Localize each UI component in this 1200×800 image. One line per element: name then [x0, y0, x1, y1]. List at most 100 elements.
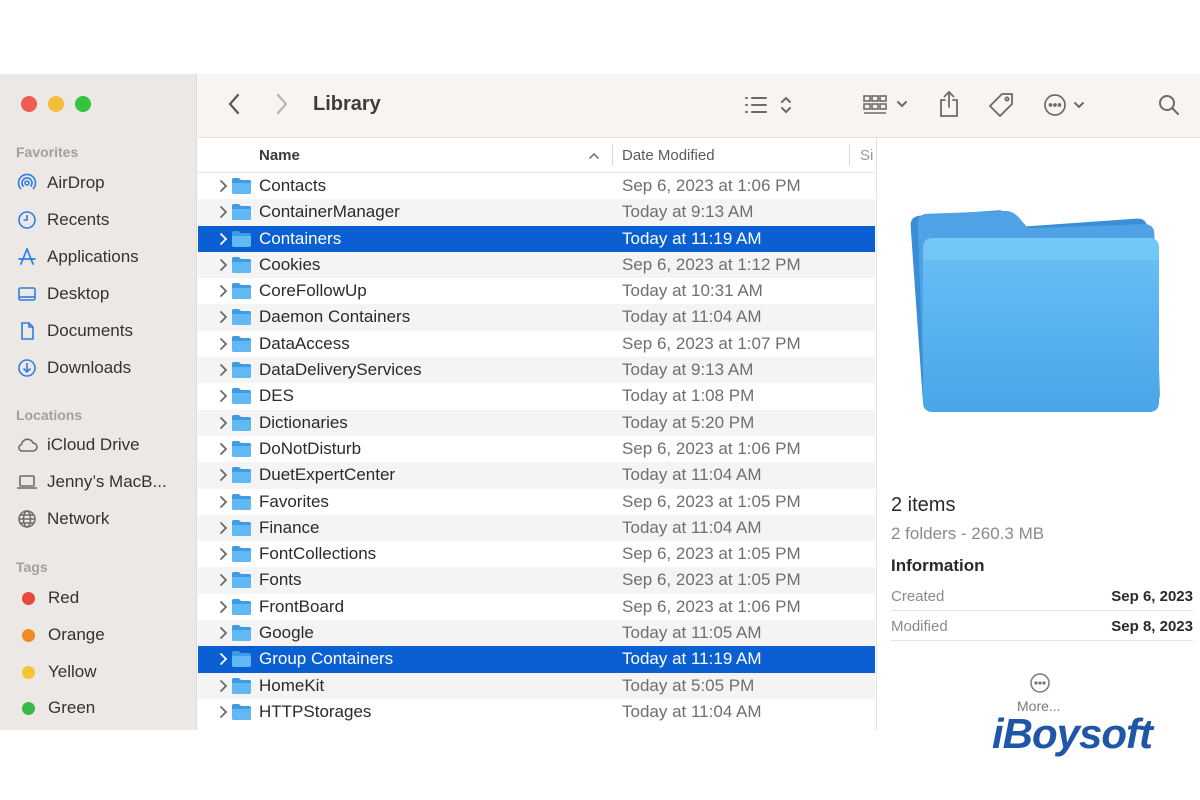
forward-button[interactable]	[270, 92, 294, 116]
share-button[interactable]	[936, 88, 962, 120]
tag-color-dot	[22, 665, 35, 679]
table-row[interactable]: Fonts Sep 6, 2023 at 1:05 PM	[198, 567, 875, 594]
table-row[interactable]: DataDeliveryServices Today at 9:13 AM	[198, 357, 875, 384]
folder-icon	[232, 651, 251, 668]
applications-icon	[16, 246, 38, 268]
group-button[interactable]	[862, 92, 912, 118]
table-row[interactable]: DuetExpertCenter Today at 11:04 AM	[198, 462, 875, 489]
table-row[interactable]: Favorites Sep 6, 2023 at 1:05 PM	[198, 489, 875, 515]
column-header-size[interactable]: Si	[860, 147, 873, 164]
file-name: DataDeliveryServices	[259, 360, 422, 380]
table-row[interactable]: HTTPStorages Today at 11:04 AM	[198, 699, 875, 725]
tag-button[interactable]	[986, 90, 1016, 120]
disclosure-chevron-icon[interactable]	[217, 337, 229, 351]
sidebar-tag-red[interactable]: Red	[16, 584, 191, 612]
disclosure-chevron-icon[interactable]	[217, 363, 229, 377]
file-date-modified: Today at 11:05 AM	[622, 623, 762, 643]
preview-summary: 2 folders - 260.3 MB	[891, 524, 1045, 543]
file-name: HTTPStorages	[259, 701, 372, 721]
file-date-modified: Today at 11:04 AM	[622, 465, 762, 485]
file-name: CoreFollowUp	[259, 281, 367, 301]
table-row[interactable]: Daemon Containers Today at 11:04 AM	[198, 304, 875, 331]
disclosure-chevron-icon[interactable]	[217, 521, 229, 535]
sidebar-item-icloud-drive[interactable]: iCloud Drive	[16, 431, 191, 459]
file-date-modified: Sep 6, 2023 at 1:07 PM	[622, 333, 801, 353]
table-row[interactable]: DataAccess Sep 6, 2023 at 1:07 PM	[198, 331, 875, 357]
table-row[interactable]: FrontBoard Sep 6, 2023 at 1:06 PM	[198, 594, 875, 620]
disclosure-chevron-icon[interactable]	[217, 205, 229, 219]
disclosure-chevron-icon[interactable]	[217, 495, 229, 509]
table-row[interactable]: Cookies Sep 6, 2023 at 1:12 PM	[198, 251, 875, 279]
disclosure-chevron-icon[interactable]	[217, 547, 229, 561]
more-actions-button[interactable]	[1042, 91, 1092, 119]
table-row[interactable]: Group Containers Today at 11:19 AM	[198, 646, 875, 673]
column-separator[interactable]	[849, 144, 850, 166]
sidebar-tag-orange[interactable]: Orange	[16, 621, 191, 649]
locations-section-title: Locations	[16, 407, 83, 423]
sidebar-item-applications[interactable]: Applications	[16, 243, 191, 271]
disclosure-chevron-icon[interactable]	[217, 626, 229, 640]
watermark-logo: iBoysoft	[992, 710, 1153, 757]
close-window-button[interactable]	[21, 96, 37, 112]
sidebar-item-documents[interactable]: Documents	[16, 317, 191, 345]
file-date-modified: Sep 6, 2023 at 1:06 PM	[622, 176, 801, 195]
zoom-window-button[interactable]	[75, 96, 91, 112]
folder-icon	[232, 414, 251, 431]
disclosure-chevron-icon[interactable]	[217, 284, 229, 298]
sidebar-item-label: Jenny’s MacB...	[47, 472, 167, 491]
more-ellipsis-icon[interactable]	[1029, 672, 1051, 694]
table-row[interactable]: HomeKit Today at 5:05 PM	[198, 672, 875, 699]
back-button[interactable]	[222, 92, 246, 116]
table-row[interactable]: CoreFollowUp Today at 10:31 AM	[198, 278, 875, 304]
sidebar-tag-yellow[interactable]: Yellow	[16, 658, 191, 686]
column-header-name[interactable]: Name	[259, 147, 300, 164]
folder-stack-icon	[910, 210, 1160, 412]
disclosure-chevron-icon[interactable]	[217, 389, 229, 403]
sidebar-item-macbook[interactable]: Jenny’s MacB...	[16, 468, 191, 496]
created-label: Created	[891, 588, 945, 605]
disclosure-chevron-icon[interactable]	[217, 468, 229, 482]
disclosure-chevron-icon[interactable]	[217, 232, 229, 246]
sidebar-item-desktop[interactable]: Desktop	[16, 280, 191, 308]
table-row[interactable]: Google Today at 11:05 AM	[198, 620, 875, 647]
disclosure-chevron-icon[interactable]	[217, 573, 229, 587]
sidebar-item-recents[interactable]: Recents	[16, 206, 191, 234]
table-row[interactable]: Contacts Sep 6, 2023 at 1:06 PM	[198, 173, 875, 199]
column-separator[interactable]	[612, 144, 613, 166]
window-title: Library	[313, 93, 381, 115]
disclosure-chevron-icon[interactable]	[217, 416, 229, 430]
disclosure-chevron-icon[interactable]	[217, 310, 229, 324]
folder-icon	[232, 467, 251, 484]
disclosure-chevron-icon[interactable]	[217, 600, 229, 614]
disclosure-chevron-icon[interactable]	[217, 442, 229, 456]
modified-value: Sep 8, 2023	[1111, 618, 1193, 635]
sidebar-item-label: Network	[47, 509, 110, 528]
chevron-right-icon	[276, 93, 288, 115]
table-row[interactable]: FontCollections Sep 6, 2023 at 1:05 PM	[198, 541, 875, 567]
table-row[interactable]: DoNotDisturb Sep 6, 2023 at 1:06 PM	[198, 436, 875, 462]
disclosure-chevron-icon[interactable]	[217, 258, 229, 272]
disclosure-chevron-icon[interactable]	[217, 179, 229, 193]
column-header-date-modified[interactable]: Date Modified	[622, 147, 715, 164]
folder-icon	[232, 572, 251, 589]
airdrop-icon	[16, 172, 38, 194]
sidebar-tag-green[interactable]: Green	[16, 694, 191, 722]
sidebar-item-label: Downloads	[47, 358, 132, 377]
disclosure-chevron-icon[interactable]	[217, 705, 229, 719]
table-row[interactable]: Finance Today at 11:04 AM	[198, 514, 875, 542]
folder-icon	[232, 598, 251, 615]
sidebar-item-downloads[interactable]: Downloads	[16, 354, 191, 382]
sidebar-item-network[interactable]: Network	[16, 505, 191, 533]
minimize-window-button[interactable]	[48, 96, 64, 112]
search-button[interactable]	[1156, 92, 1182, 118]
list-view-button[interactable]	[742, 92, 798, 118]
table-row[interactable]: ContainerManager Today at 9:13 AM	[198, 199, 875, 226]
table-row[interactable]: Dictionaries Today at 5:20 PM	[198, 409, 875, 436]
table-row[interactable]: DES Today at 1:08 PM	[198, 383, 875, 409]
disclosure-chevron-icon[interactable]	[217, 652, 229, 666]
disclosure-chevron-icon[interactable]	[217, 679, 229, 693]
file-name: DuetExpertCenter	[259, 465, 396, 485]
sidebar-item-airdrop[interactable]: AirDrop	[16, 169, 191, 197]
sidebar-item-label: Yellow	[48, 662, 97, 681]
table-row[interactable]: Containers Today at 11:19 AM	[198, 225, 875, 252]
